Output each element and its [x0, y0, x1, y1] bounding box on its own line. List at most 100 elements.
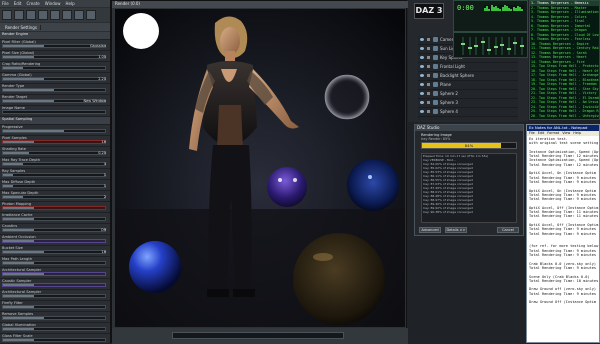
tab-render-settings[interactable]: Render Settings — [2, 24, 41, 30]
lock-icon[interactable] — [427, 56, 430, 59]
light-icon[interactable] — [74, 10, 84, 20]
setting-row[interactable]: Caustic Sampler — [0, 279, 110, 290]
visibility-eye-icon[interactable] — [420, 101, 424, 104]
setting-row[interactable]: Ambient Occlusion — [0, 235, 110, 246]
setting-slider[interactable] — [2, 305, 106, 309]
setting-row[interactable]: Render Target New Window — [0, 95, 110, 106]
eq-slider[interactable] — [519, 37, 524, 55]
setting-slider[interactable] — [2, 151, 106, 155]
setting-slider[interactable] — [2, 195, 106, 199]
setting-row[interactable]: Progressive — [0, 125, 110, 136]
notepad-text[interactable]: Ex iteration test. with original test sce… — [529, 137, 599, 342]
eq-knob[interactable] — [461, 43, 465, 45]
setting-row[interactable]: Architectural Sampler — [0, 290, 110, 301]
lock-icon[interactable] — [427, 101, 430, 104]
lock-icon[interactable] — [427, 47, 430, 50]
eq-knob[interactable] — [487, 49, 491, 51]
setting-slider[interactable] — [2, 184, 106, 188]
eq-knob[interactable] — [480, 41, 485, 43]
setting-row[interactable]: Firefly Filter — [0, 301, 110, 312]
eq-slider[interactable] — [461, 37, 465, 55]
visibility-eye-icon[interactable] — [420, 38, 424, 41]
eq-knob[interactable] — [513, 42, 517, 44]
eq-slider[interactable] — [487, 37, 491, 55]
setting-row[interactable]: Pixel Size (Global) 1.00 — [0, 51, 110, 62]
notepad-menu-file[interactable]: File — [529, 131, 535, 136]
setting-row[interactable]: Render Type — [0, 84, 110, 95]
lock-icon[interactable] — [427, 83, 430, 86]
advanced-button[interactable]: Advanced — [419, 227, 441, 233]
setting-row[interactable]: Spatial Sampling — [0, 117, 110, 125]
setting-row[interactable]: Gloss Filter Scale — [0, 334, 110, 343]
eq-slider[interactable] — [480, 37, 485, 55]
setting-slider[interactable] — [2, 261, 106, 265]
setting-row[interactable]: Photon Mapping — [0, 202, 110, 213]
setting-slider[interactable] — [2, 129, 106, 133]
render-scrollbar[interactable] — [172, 332, 344, 339]
setting-slider[interactable] — [2, 66, 106, 70]
eq-slider[interactable] — [513, 37, 517, 55]
setting-slider[interactable] — [2, 316, 106, 320]
setting-slider[interactable] — [2, 338, 106, 342]
scene-item[interactable]: Plane — [418, 81, 518, 90]
setting-row[interactable]: Bucket Size 16 — [0, 246, 110, 257]
playlist-item[interactable]: 26. Two Steps From Hell - Unforgiven — [530, 114, 599, 119]
setting-row[interactable]: Max Specular Depth 2 — [0, 191, 110, 202]
eq-knob[interactable] — [500, 44, 504, 46]
eq-slider[interactable] — [467, 37, 472, 55]
cancel-button[interactable]: Cancel — [497, 227, 519, 233]
setting-slider[interactable] — [2, 272, 106, 276]
notepad-menu-help[interactable]: Help — [573, 131, 581, 136]
setting-slider[interactable] — [2, 162, 106, 166]
menu-window[interactable]: Window — [45, 1, 61, 6]
visibility-eye-icon[interactable] — [420, 56, 424, 59]
setting-slider[interactable] — [2, 140, 106, 144]
setting-row[interactable]: Caustics Off — [0, 224, 110, 235]
eq-slider[interactable] — [493, 37, 498, 55]
scene-item[interactable]: Backlight Sphere — [418, 72, 518, 81]
select-tool-icon[interactable] — [2, 10, 12, 20]
notepad-menu-edit[interactable]: Edit — [538, 131, 545, 136]
setting-slider[interactable] — [2, 217, 106, 221]
setting-row[interactable]: Remove Samples — [0, 312, 110, 323]
setting-slider[interactable] — [2, 228, 106, 232]
setting-row[interactable]: Gamma (Global) 2.20 — [0, 73, 110, 84]
scene-item[interactable]: Sphere 4 — [418, 108, 518, 117]
rotate-tool-icon[interactable] — [26, 10, 36, 20]
setting-row[interactable]: Shading Rate 0.20 — [0, 147, 110, 158]
visibility-eye-icon[interactable] — [420, 74, 424, 77]
eq-knob[interactable] — [493, 46, 498, 48]
eq-slider[interactable] — [506, 37, 511, 55]
menu-help[interactable]: Help — [66, 1, 75, 6]
eq-knob[interactable] — [506, 48, 511, 50]
setting-slider[interactable] — [2, 110, 106, 114]
setting-slider[interactable] — [2, 327, 106, 331]
setting-row[interactable]: Max Path Length — [0, 257, 110, 268]
setting-slider[interactable] — [2, 239, 106, 243]
lock-icon[interactable] — [427, 74, 430, 77]
setting-slider[interactable] — [2, 173, 106, 177]
visibility-eye-icon[interactable] — [420, 110, 424, 113]
visibility-eye-icon[interactable] — [420, 65, 424, 68]
setting-row[interactable]: Irradiance Cache — [0, 213, 110, 224]
scene-item[interactable]: Frontal Light — [418, 63, 518, 72]
eq-knob[interactable] — [467, 47, 472, 49]
scene-item[interactable]: Sphere 2 — [418, 90, 518, 99]
eq-knob[interactable] — [519, 45, 524, 47]
setting-row[interactable]: Global Illumination — [0, 323, 110, 334]
setting-row[interactable]: Ray Samples 1 — [0, 169, 110, 180]
visibility-eye-icon[interactable] — [420, 47, 424, 50]
scale-tool-icon[interactable] — [38, 10, 48, 20]
menu-file[interactable]: File — [2, 1, 9, 6]
menu-edit[interactable]: Edit — [14, 1, 22, 6]
menu-create[interactable]: Create — [26, 1, 39, 6]
visibility-eye-icon[interactable] — [420, 83, 424, 86]
scene-item[interactable]: Sphere 3 — [418, 99, 518, 108]
notepad-menu-view[interactable]: View — [562, 131, 570, 136]
setting-row[interactable]: Render Engine — [0, 32, 110, 40]
setting-slider[interactable] — [2, 77, 106, 81]
setting-row[interactable]: Pixel Samples 16 — [0, 136, 110, 147]
setting-slider[interactable] — [2, 250, 106, 254]
move-tool-icon[interactable] — [14, 10, 24, 20]
setting-row[interactable]: Image Name — [0, 106, 110, 117]
